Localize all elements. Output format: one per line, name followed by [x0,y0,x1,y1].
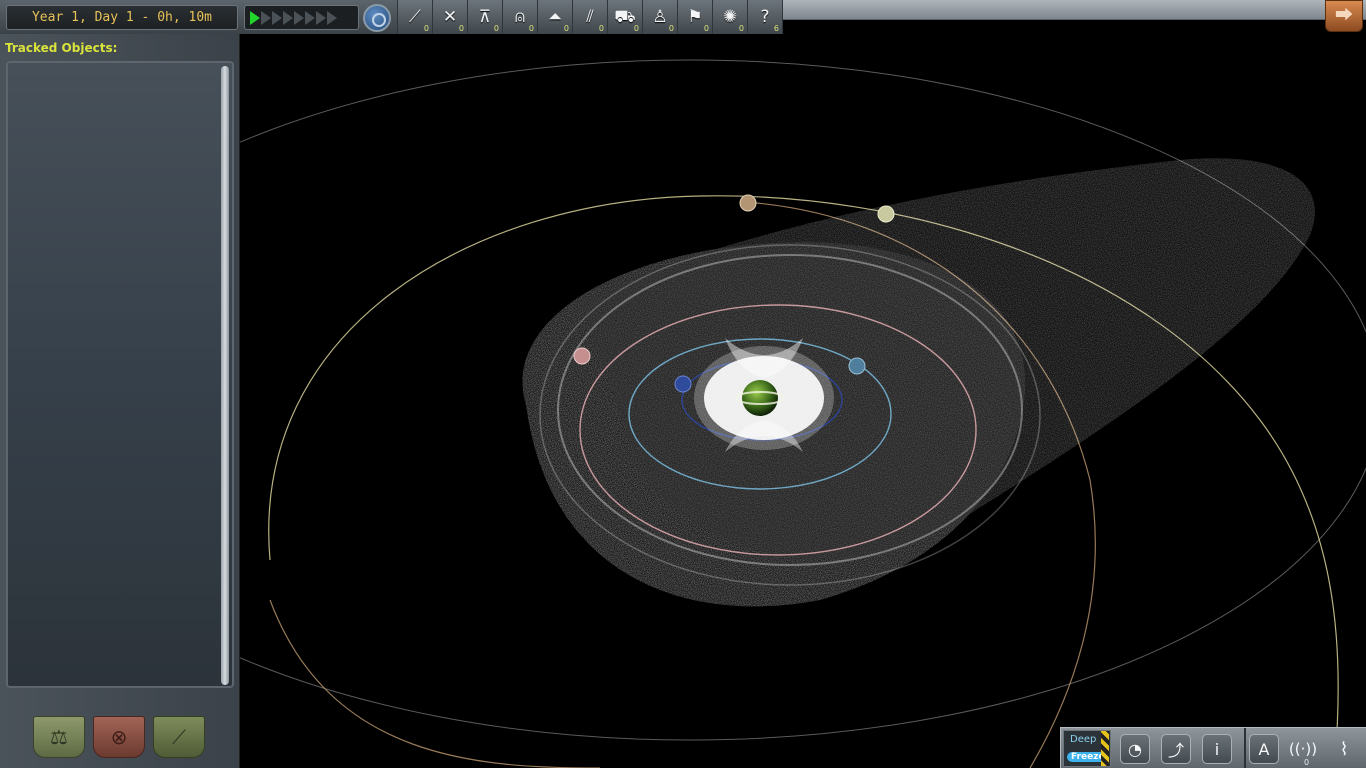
orbit-planner-icon[interactable]: ⤴ [1161,734,1191,764]
filter-count: 0 [458,24,464,33]
flag-icon: ⚑ [687,6,703,27]
filter-eva-button[interactable]: ♙ 0 [642,0,677,34]
filter-rover-button[interactable]: ⛟ 0 [607,0,642,34]
filter-debris-button[interactable]: ⟋ 0 [397,0,432,34]
warp-level-4[interactable] [283,10,293,25]
recover-button[interactable]: ⟋ [153,716,205,758]
toolbar-separator [1244,728,1246,768]
top-bar: Year 1, Day 1 - 0h, 10m ⟋ 0 ✕ 0 ⊼ 0 ⍝ 0 ⏶ 0 ⫽ 0 ⛟ 0 ♙ 0… [0,0,1366,34]
fly-button[interactable]: ⚖ [33,716,85,758]
body-brown[interactable] [739,194,757,212]
flask-icon: ⏶ [548,6,562,27]
deep-label: Deep [1070,734,1097,745]
date-display: Year 1, Day 1 - 0h, 10m [6,5,238,30]
warp-level-7[interactable] [316,10,326,25]
info-icon[interactable]: i [1202,734,1232,764]
body-teal[interactable] [848,357,866,375]
filter-count: 0 [738,24,744,33]
filter-count: 0 [668,24,674,33]
broom-icon: ⟋ [172,725,186,749]
warp-level-6[interactable] [305,10,315,25]
sidebar: Tracked Objects: ⚖ ⊗ ⟋ [0,34,240,768]
filter-count: 0 [703,24,709,33]
time-warp-control[interactable] [244,5,359,30]
warp-level-8[interactable] [327,10,337,25]
deep-freeze-button[interactable]: Deep Freeze [1063,730,1111,767]
filter-unknown-button[interactable]: ? 6 [747,0,782,34]
heartbeat-icon[interactable]: ⌇ [1329,734,1359,764]
close-circle-icon: ⊗ [110,725,128,749]
warp-level-1[interactable] [250,10,260,25]
warp-level-5[interactable] [294,10,304,25]
tracked-objects-title: Tracked Objects: [5,41,118,55]
filter-flag-button[interactable]: ⚑ 0 [677,0,712,34]
scales-icon: ⚖ [50,725,68,749]
gauge-icon[interactable]: ◔ [1120,734,1150,764]
filter-count: 0 [598,24,604,33]
station-icon: ⫽ [586,6,594,27]
terminate-button[interactable]: ⊗ [93,716,145,758]
central-planet[interactable] [742,380,778,416]
body-yellow[interactable] [877,205,895,223]
filter-ship-button[interactable]: ⍝ 0 [502,0,537,34]
filter-count: 0 [423,24,429,33]
body-navy[interactable] [674,375,692,393]
filter-lander-science-button[interactable]: ⏶ 0 [537,0,572,34]
question-icon: ? [760,6,770,27]
ship-icon: ⍝ [514,6,526,27]
filter-asteroid-button[interactable]: ✺ 0 [712,0,747,34]
filter-count: 0 [493,24,499,33]
list-scrollbar[interactable] [221,66,229,685]
ground-station-toggle-icon[interactable] [363,4,391,32]
tracking-station: Year 1, Day 1 - 0h, 10m ⟋ 0 ✕ 0 ⊼ 0 ⍝ 0 ⏶ 0 ⫽ 0 ⛟ 0 ♙ 0… [0,0,1366,768]
antenna-count: 0 [1304,758,1310,767]
sidebar-buttons: ⚖ ⊗ ⟋ [33,716,205,758]
antenna-signal-icon[interactable]: ((·)) [1288,734,1318,764]
filter-station-button[interactable]: ⫽ 0 [572,0,607,34]
filter-lander-button[interactable]: ⊼ 0 [467,0,502,34]
asteroid-icon: ✺ [722,6,738,27]
filter-count: 6 [773,24,779,33]
filter-count: 0 [563,24,569,33]
filter-count: 0 [633,24,639,33]
debris-icon: ⟋ [409,6,421,27]
warp-level-3[interactable] [272,10,282,25]
filter-probe-button[interactable]: ✕ 0 [432,0,467,34]
app-toolbar: Deep Freeze ◔ ⤴ i A ((·)) 0 ⌇ [1060,727,1366,768]
warp-level-2[interactable] [261,10,271,25]
lander-icon: ⊼ [478,6,492,27]
exit-button[interactable]: ⮕ [1325,0,1363,32]
filter-count: 0 [528,24,534,33]
kerbal-alarm-icon[interactable]: A [1249,734,1279,764]
rover-icon: ⛟ [614,6,636,27]
probe-icon: ✕ [442,6,458,27]
tracked-objects-list[interactable] [6,61,234,688]
hazard-stripe [1101,731,1109,766]
vessel-filter-bar: ⟋ 0 ✕ 0 ⊼ 0 ⍝ 0 ⏶ 0 ⫽ 0 ⛟ 0 ♙ 0 ⚑ 0 ✺ 0? 6 [397,0,783,34]
body-pink[interactable] [573,347,591,365]
kerbal-icon: ♙ [652,6,668,27]
